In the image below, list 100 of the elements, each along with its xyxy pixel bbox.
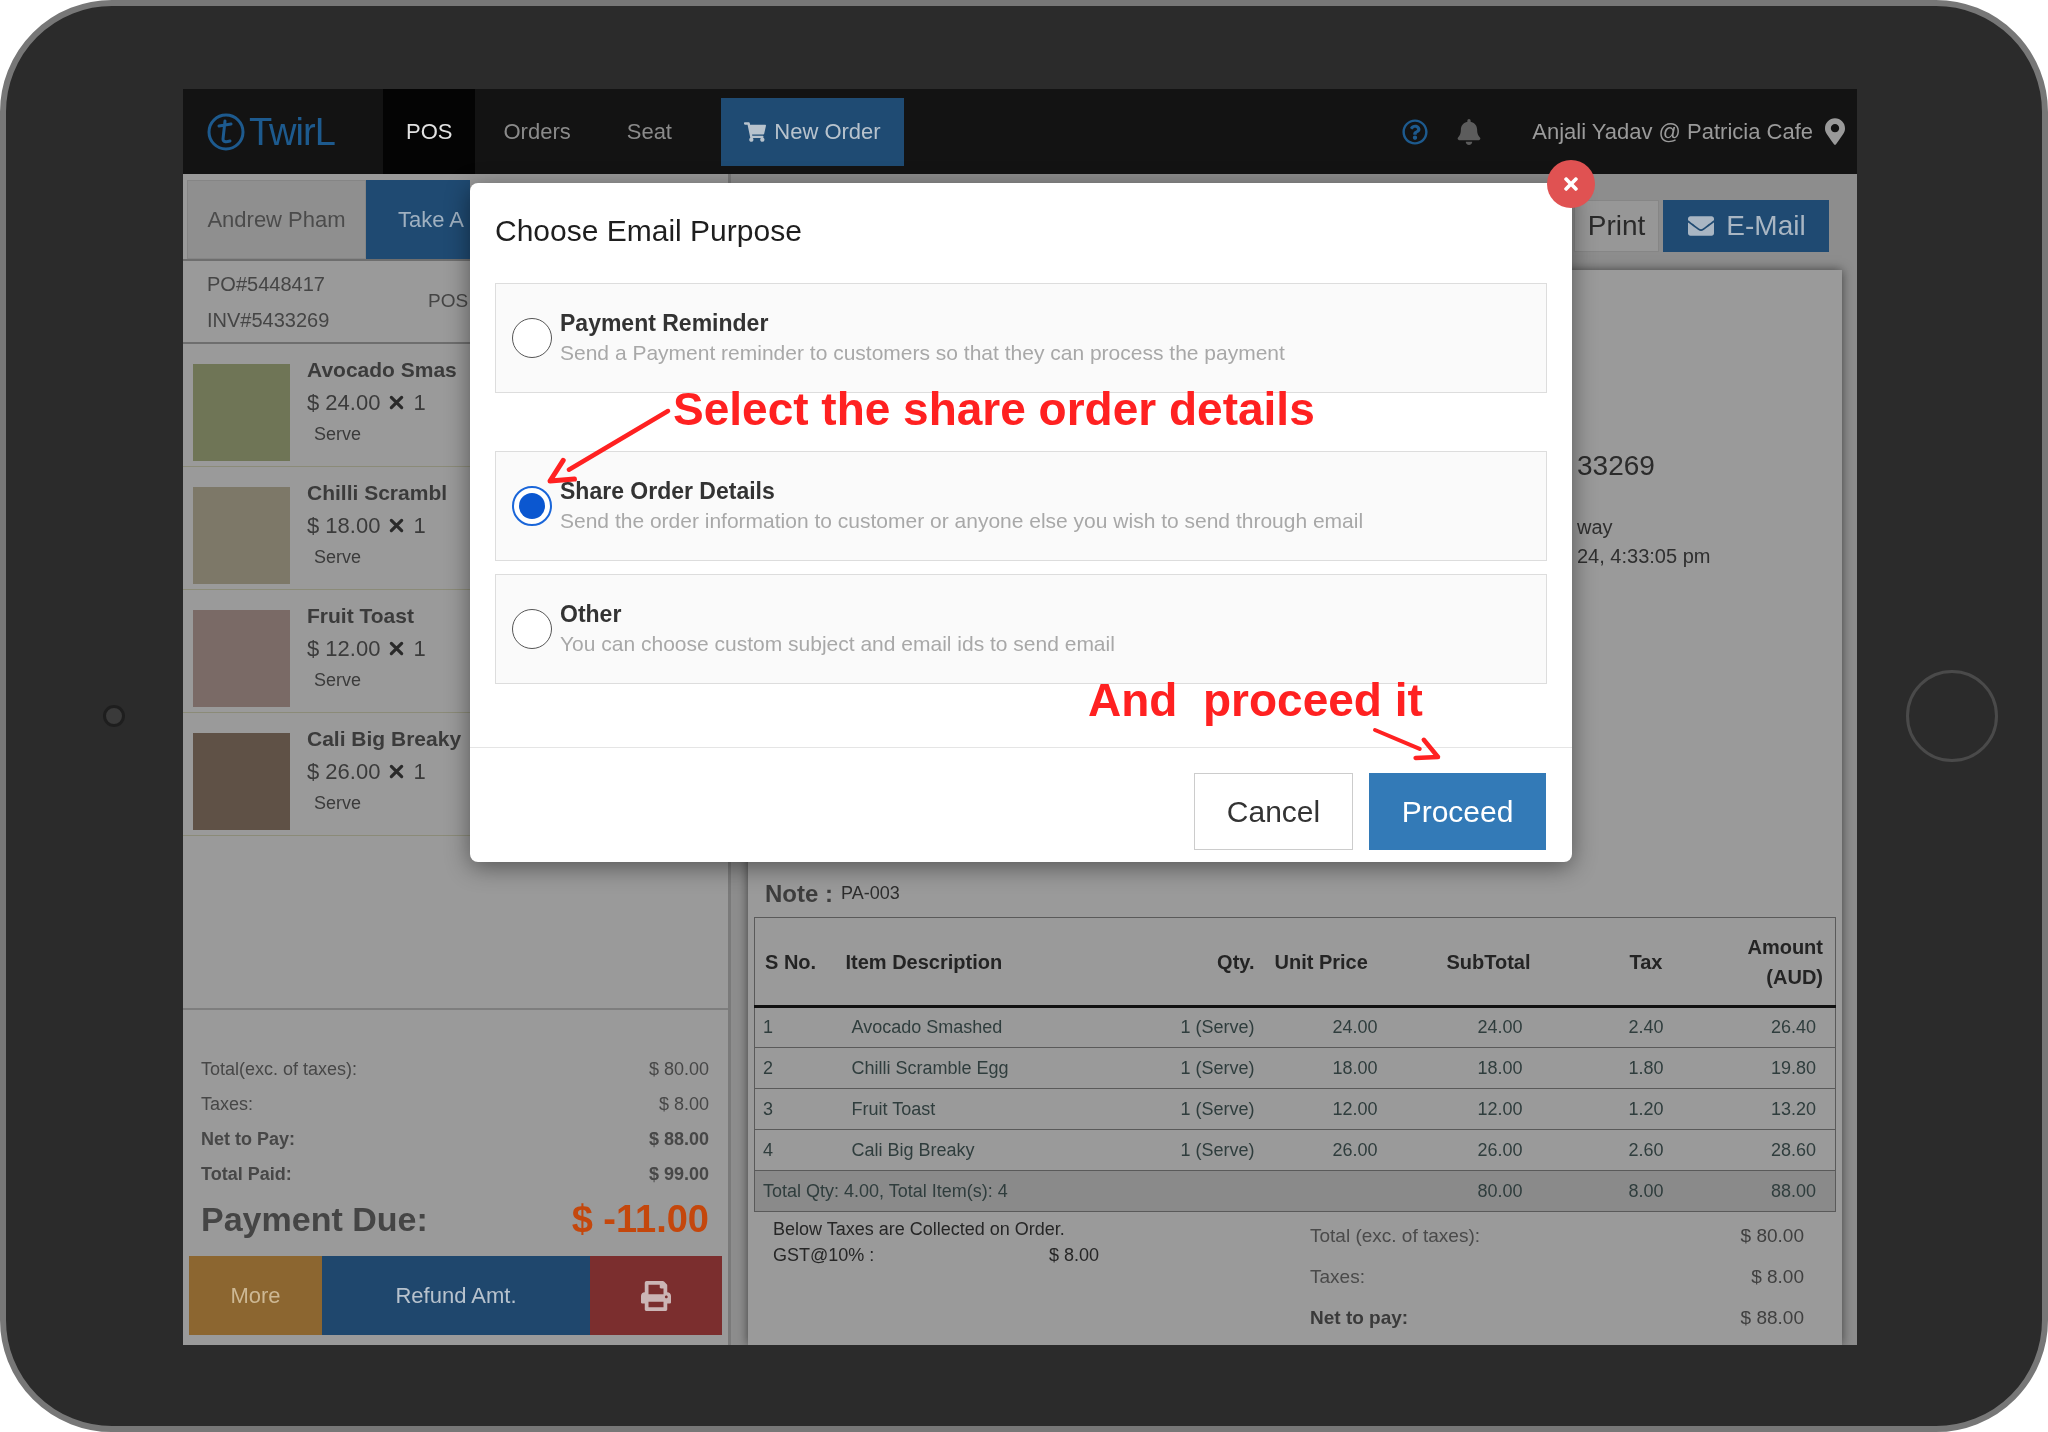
item-name: Chilli Scrambl xyxy=(307,480,448,506)
table-cell: 1 (Serve) xyxy=(1147,1006,1260,1048)
summary-value: $ 8.00 xyxy=(1751,1265,1804,1290)
times-icon xyxy=(389,641,405,656)
total-label: Total(exc. of taxes): xyxy=(201,1058,358,1081)
total-cell: 88.00 xyxy=(1672,1170,1836,1212)
item-unit: Serve xyxy=(313,792,362,815)
table-cell: 1 xyxy=(754,1006,833,1048)
radio-button[interactable] xyxy=(512,486,552,526)
column-header: S No. xyxy=(754,917,833,1007)
cancel-button[interactable]: Cancel xyxy=(1194,773,1353,850)
note-value: PA-003 xyxy=(841,882,900,905)
more-button[interactable]: More xyxy=(189,1256,322,1335)
close-icon xyxy=(1561,174,1581,194)
tax-value: $ 8.00 xyxy=(1048,1244,1099,1267)
table-cell: 1.80 xyxy=(1537,1047,1673,1089)
table-cell: 18.00 xyxy=(1259,1047,1388,1089)
user-location-label: Anjali Yadav @ Patricia Cafe xyxy=(1532,118,1813,146)
item-price: $ 12.00 xyxy=(307,635,381,663)
table-cell: 1 (Serve) xyxy=(1147,1129,1260,1171)
table-cell: Avocado Smashed xyxy=(832,1006,1148,1048)
nav-tab[interactable]: POS xyxy=(383,89,476,174)
table-cell: 24.00 xyxy=(1259,1006,1388,1048)
payment-due-label: Payment Due: xyxy=(201,1198,428,1240)
radio-button[interactable] xyxy=(512,609,552,649)
table-cell: Cali Big Breaky xyxy=(832,1129,1148,1171)
refund-button[interactable]: Refund Amt. xyxy=(322,1256,590,1335)
table-cell: 1.20 xyxy=(1537,1088,1673,1130)
table-cell: 18.00 xyxy=(1387,1047,1538,1089)
table-cell: 12.00 xyxy=(1387,1088,1538,1130)
times-icon xyxy=(389,764,405,779)
column-header: Tax xyxy=(1537,917,1673,1007)
total-value: $ 99.00 xyxy=(648,1163,709,1186)
table-cell: 2.40 xyxy=(1537,1006,1673,1048)
option-card[interactable]: Share Order Details Send the order information to customer or anyone else you wish to send through email xyxy=(495,451,1547,561)
payment-due-value: $ -11.00 xyxy=(571,1196,709,1242)
table-cell: 26.00 xyxy=(1259,1129,1388,1171)
table-cell: 1 (Serve) xyxy=(1147,1088,1260,1130)
option-description: Send a Payment reminder to customers so that they can process the payment xyxy=(560,340,1285,366)
times-icon xyxy=(389,395,405,410)
item-price: $ 26.00 xyxy=(307,758,381,786)
camera-icon xyxy=(103,705,125,727)
summary-value: $ 88.00 xyxy=(1740,1306,1804,1331)
print-button[interactable] xyxy=(590,1256,722,1335)
total-value: $ 80.00 xyxy=(648,1058,709,1081)
column-header: Amount (AUD) xyxy=(1672,917,1836,1007)
table-cell: 13.20 xyxy=(1672,1088,1836,1130)
summary-value: $ 80.00 xyxy=(1740,1224,1804,1249)
times-icon xyxy=(389,518,405,533)
cart-icon xyxy=(744,120,767,143)
option-description: You can choose custom subject and email ids to send email xyxy=(560,631,1115,657)
note-label: Note : xyxy=(765,878,833,909)
item-quantity: 1 xyxy=(413,512,426,540)
column-header: SubTotal xyxy=(1387,917,1538,1007)
item-unit: Serve xyxy=(313,546,362,569)
table-cell: 28.60 xyxy=(1672,1129,1836,1171)
order-type-tab[interactable]: Take A xyxy=(366,180,470,259)
print-button[interactable]: Print xyxy=(1574,200,1659,252)
option-title: Share Order Details xyxy=(560,477,775,506)
total-value: $ 8.00 xyxy=(658,1093,709,1116)
nav-tab[interactable]: Orders xyxy=(475,89,599,174)
table-cell: 2.60 xyxy=(1537,1129,1673,1171)
order-type: way xyxy=(1577,515,1613,540)
item-price: $ 18.00 xyxy=(307,512,381,540)
total-label: Total Paid: xyxy=(201,1163,292,1186)
item-name: Avocado Smas xyxy=(307,357,457,383)
item-unit: Serve xyxy=(313,423,362,446)
radio-button[interactable] xyxy=(512,318,552,358)
bell-icon[interactable] xyxy=(1456,118,1483,145)
table-cell: 3 xyxy=(754,1088,833,1130)
item-quantity: 1 xyxy=(413,389,426,417)
logo-icon xyxy=(206,111,246,152)
dialog-title: Choose Email Purpose xyxy=(495,214,802,247)
summary-label: Taxes: xyxy=(1310,1265,1365,1290)
table-cell: 26.40 xyxy=(1672,1006,1836,1048)
summary-label: Net to pay: xyxy=(1310,1306,1409,1331)
option-description: Send the order information to customer or anyone else you wish to send through email xyxy=(560,508,1364,534)
envelope-icon xyxy=(1686,213,1717,239)
summary-label: Total (exc. of taxes): xyxy=(1310,1224,1480,1249)
invoice-number: INV#5433269 xyxy=(207,307,331,333)
total-cell: 80.00 xyxy=(1387,1170,1538,1212)
option-title: Other xyxy=(560,600,622,629)
email-button[interactable]: E-Mail xyxy=(1663,200,1829,252)
column-header: Qty. xyxy=(1147,917,1260,1007)
new-order-button[interactable]: New Order xyxy=(721,97,904,166)
nav-tab[interactable]: Seat xyxy=(598,89,700,174)
table-cell: Chilli Scramble Egg xyxy=(832,1047,1148,1089)
table-cell: Fruit Toast xyxy=(832,1088,1148,1130)
location-pin-icon xyxy=(1825,118,1845,145)
help-icon[interactable] xyxy=(1402,118,1429,145)
item-name: Fruit Toast xyxy=(307,603,415,629)
annotation-arrow xyxy=(1373,728,1441,761)
tax-note: Below Taxes are Collected on Order. xyxy=(773,1218,1066,1241)
tax-label: GST@10% : xyxy=(773,1244,875,1267)
item-quantity: 1 xyxy=(413,758,426,786)
total-cell: 8.00 xyxy=(1537,1170,1673,1212)
table-cell: 2 xyxy=(754,1047,833,1089)
printer-icon xyxy=(641,1280,671,1311)
customer-name-tab[interactable]: Andrew Pham xyxy=(187,180,366,259)
proceed-button[interactable]: Proceed xyxy=(1369,773,1546,850)
